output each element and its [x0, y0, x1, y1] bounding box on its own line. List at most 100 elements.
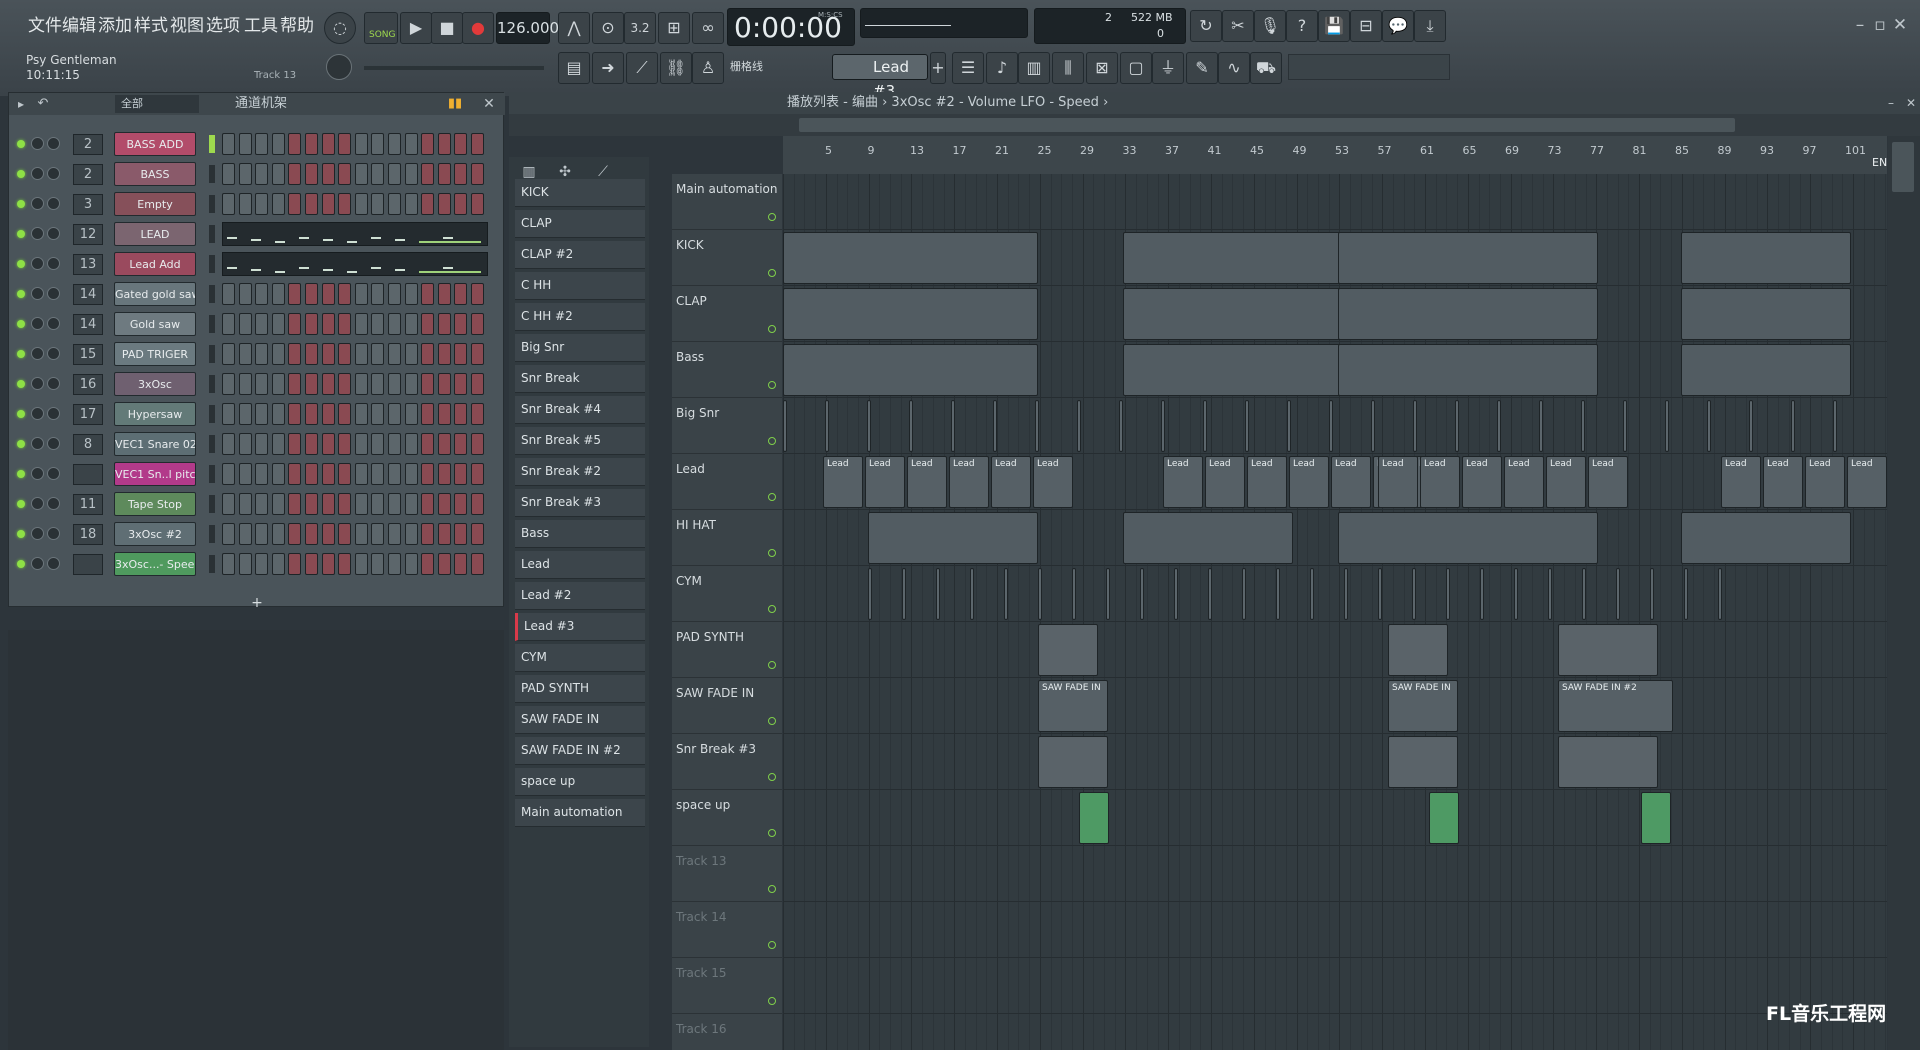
pattern-clip[interactable]: [1455, 400, 1459, 452]
pattern-clip[interactable]: [783, 232, 1038, 284]
metronome-icon[interactable]: ⋀: [558, 12, 590, 44]
step-button[interactable]: [437, 403, 451, 425]
picker-item[interactable]: Lead #3: [515, 613, 645, 641]
step-button[interactable]: [354, 193, 368, 215]
pattern-clip[interactable]: [1641, 792, 1671, 844]
step-button[interactable]: [271, 193, 285, 215]
track-header[interactable]: Bass: [672, 342, 782, 398]
step-button[interactable]: [288, 193, 302, 215]
pattern-clip[interactable]: [1707, 400, 1711, 452]
channel-pan-knob[interactable]: [31, 287, 44, 300]
step-button[interactable]: [421, 373, 435, 395]
pattern-clip[interactable]: [1072, 568, 1076, 620]
track-enable-led[interactable]: [768, 605, 776, 613]
channel-pan-knob[interactable]: [31, 347, 44, 360]
track-enable-led[interactable]: [768, 997, 776, 1005]
channel-select-indicator[interactable]: [209, 555, 215, 573]
channel-select-indicator[interactable]: [209, 405, 215, 423]
step-button[interactable]: [437, 493, 451, 515]
add-channel-button[interactable]: +: [9, 595, 505, 611]
step-button[interactable]: [421, 463, 435, 485]
step-button[interactable]: [321, 163, 335, 185]
step-button[interactable]: [238, 403, 252, 425]
channel-select-indicator[interactable]: [209, 465, 215, 483]
track-header[interactable]: Track 15: [672, 958, 782, 1014]
step-button[interactable]: [354, 283, 368, 305]
menu-item-2[interactable]: 添加: [98, 12, 132, 40]
step-button[interactable]: [404, 403, 418, 425]
pattern-clip[interactable]: [1446, 568, 1450, 620]
step-button[interactable]: [354, 403, 368, 425]
step-button[interactable]: [371, 493, 385, 515]
step-button[interactable]: [338, 193, 352, 215]
channel-volume-knob[interactable]: [47, 557, 60, 570]
channel-pan-knob[interactable]: [31, 437, 44, 450]
channel-volume-knob[interactable]: [47, 287, 60, 300]
pattern-clip[interactable]: Lead: [865, 456, 905, 508]
step-button[interactable]: [471, 553, 484, 575]
pattern-clip[interactable]: [1038, 568, 1042, 620]
step-button[interactable]: [321, 283, 335, 305]
mixer-track-number[interactable]: 15: [73, 344, 103, 365]
pattern-clip[interactable]: Lead: [1205, 456, 1245, 508]
channel-select-indicator[interactable]: [209, 255, 215, 273]
step-button[interactable]: [305, 283, 318, 305]
playlist-icon[interactable]: ▤: [558, 52, 590, 84]
channel-pan-knob[interactable]: [31, 527, 44, 540]
pattern-clip[interactable]: [1245, 400, 1249, 452]
step-button[interactable]: [454, 493, 468, 515]
step-button[interactable]: [371, 523, 385, 545]
step-button[interactable]: [388, 403, 401, 425]
step-button[interactable]: [271, 493, 285, 515]
channel-select-indicator[interactable]: [209, 285, 215, 303]
channel-volume-knob[interactable]: [47, 317, 60, 330]
download-icon[interactable]: ⤓: [1414, 10, 1446, 42]
cut-icon[interactable]: ✂: [1222, 10, 1254, 42]
step-button[interactable]: [271, 343, 285, 365]
step-sequencer[interactable]: [222, 133, 488, 156]
pattern-clip[interactable]: [1681, 512, 1851, 564]
step-button[interactable]: [354, 163, 368, 185]
pattern-clip[interactable]: [1276, 568, 1280, 620]
pattern-clip[interactable]: [1833, 400, 1837, 452]
track-header[interactable]: PAD SYNTH: [672, 622, 782, 678]
step-button[interactable]: [222, 403, 235, 425]
step-button[interactable]: [471, 163, 484, 185]
tempo-display[interactable]: 126.000: [496, 12, 559, 44]
step-button[interactable]: [238, 283, 252, 305]
pattern-clip[interactable]: Lead: [1588, 456, 1628, 508]
track-enable-led[interactable]: [768, 381, 776, 389]
channel-select-indicator[interactable]: [209, 435, 215, 453]
pattern-clip[interactable]: [1616, 568, 1620, 620]
step-button[interactable]: [288, 463, 302, 485]
channel-name-button[interactable]: BASS ADD: [114, 132, 196, 156]
step-button[interactable]: [222, 523, 235, 545]
step-button[interactable]: [321, 313, 335, 335]
loop-record-icon[interactable]: ∞: [692, 12, 724, 44]
step-button[interactable]: [288, 133, 302, 155]
step-button[interactable]: [305, 133, 318, 155]
step-button[interactable]: [388, 133, 401, 155]
pattern-clip[interactable]: [1004, 568, 1008, 620]
channel-name-button[interactable]: Gold saw: [114, 312, 196, 336]
menu-item-1[interactable]: 编辑: [62, 12, 96, 40]
menu-item-5[interactable]: 选项: [206, 12, 240, 40]
pattern-clip[interactable]: [1329, 400, 1333, 452]
channel-select-indicator[interactable]: [209, 225, 215, 243]
channel-name-button[interactable]: Hypersaw: [114, 402, 196, 426]
step-button[interactable]: [354, 553, 368, 575]
step-button[interactable]: [437, 433, 451, 455]
pattern-clip[interactable]: [783, 400, 787, 452]
channel-mute-led[interactable]: [17, 560, 25, 568]
step-button[interactable]: [454, 283, 468, 305]
track-header[interactable]: HI HAT: [672, 510, 782, 566]
mixer-track-number[interactable]: [73, 554, 103, 575]
step-button[interactable]: [371, 373, 385, 395]
step-button[interactable]: [421, 403, 435, 425]
step-button[interactable]: [471, 283, 484, 305]
track-enable-led[interactable]: [768, 941, 776, 949]
channel-pan-knob[interactable]: [31, 137, 44, 150]
step-button[interactable]: [238, 313, 252, 335]
track-header[interactable]: CYM: [672, 566, 782, 622]
mixer-track-number[interactable]: 14: [73, 314, 103, 335]
